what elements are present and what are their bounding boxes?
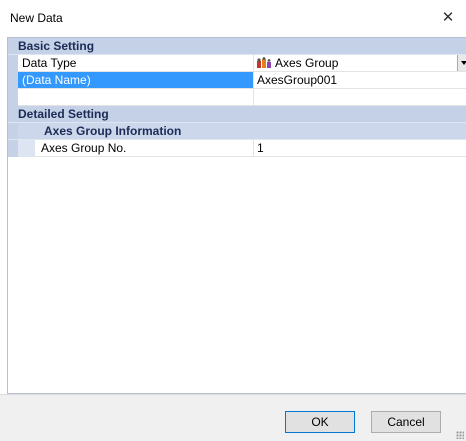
data-type-value: Axes Group xyxy=(275,56,339,70)
ok-button[interactable]: OK xyxy=(285,411,355,433)
property-row-empty xyxy=(8,89,466,106)
data-type-dropdown[interactable]: Axes Group xyxy=(254,55,466,72)
property-row-axes-group-no[interactable]: Axes Group No. 1 xyxy=(8,140,466,157)
dialog-footer: OK Cancel xyxy=(0,394,466,441)
category-basic-setting[interactable]: Basic Setting xyxy=(8,38,466,55)
property-name: (Data Name) xyxy=(18,72,254,89)
axes-group-no-field[interactable]: 1 xyxy=(254,140,466,157)
close-icon: ✕ xyxy=(441,9,455,26)
property-name: Data Type xyxy=(18,55,254,72)
property-name-empty xyxy=(18,89,254,106)
axes-group-icon xyxy=(257,57,271,69)
chevron-down-icon[interactable] xyxy=(457,55,466,71)
property-row-data-name[interactable]: (Data Name) AxesGroup001 xyxy=(8,72,466,89)
property-name: Axes Group No. xyxy=(35,140,254,157)
cancel-button[interactable]: Cancel xyxy=(371,411,441,433)
category-label: Basic Setting xyxy=(18,39,95,53)
property-row-data-type[interactable]: Data Type Axes Group xyxy=(8,55,466,72)
subcategory-axes-group-information[interactable]: Axes Group Information xyxy=(8,123,466,140)
data-name-field[interactable]: AxesGroup001 xyxy=(254,72,466,89)
close-button[interactable]: ✕ xyxy=(436,6,460,30)
resize-grip[interactable] xyxy=(456,431,464,439)
property-value-empty xyxy=(254,89,466,106)
category-detailed-setting[interactable]: Detailed Setting xyxy=(8,106,466,123)
property-grid[interactable]: Basic Setting Data Type Axes Group (Data… xyxy=(7,37,466,394)
category-label: Detailed Setting xyxy=(18,107,109,121)
subcategory-label: Axes Group Information xyxy=(44,124,182,138)
window-title: New Data xyxy=(10,11,63,25)
title-bar: New Data ✕ xyxy=(0,0,466,36)
